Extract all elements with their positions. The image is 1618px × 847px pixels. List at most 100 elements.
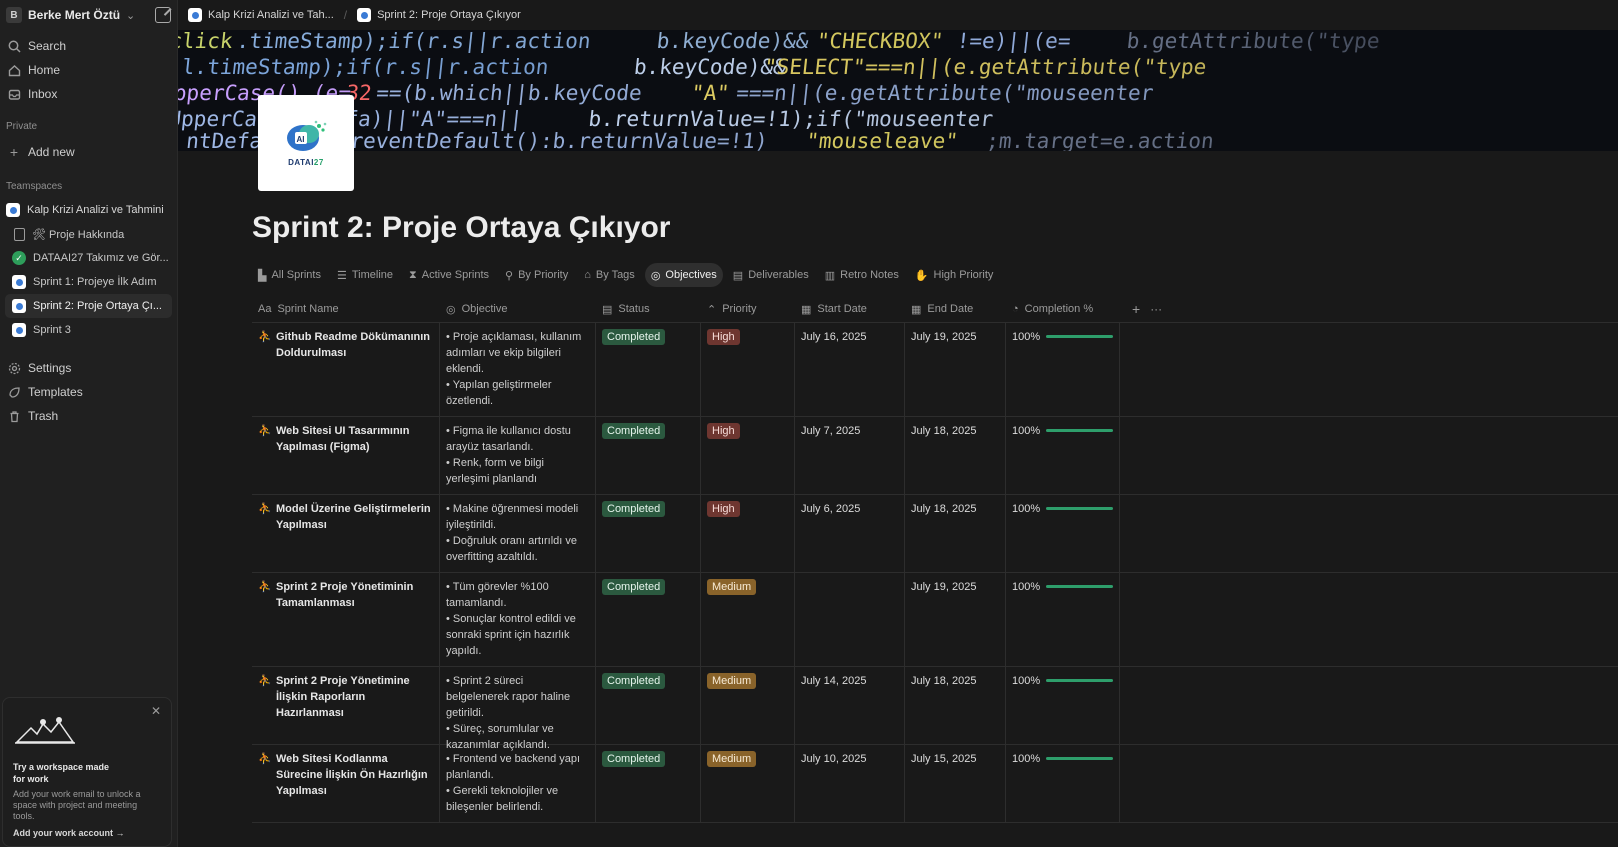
add-property-icon[interactable]: + bbox=[1120, 301, 1140, 317]
column-header-start-date[interactable]: ▦ Start Date bbox=[795, 296, 905, 322]
start-date-cell[interactable]: July 16, 2025 bbox=[795, 323, 905, 416]
sidebar-item-sprint-2[interactable]: Sprint 2: Proje Ortaya Çı... bbox=[5, 294, 172, 318]
objective-cell[interactable]: • Figma ile kullanıcı dostu arayüz tasar… bbox=[440, 417, 596, 494]
breadcrumb-page[interactable]: Sprint 2: Proje Ortaya Çıkıyor bbox=[357, 8, 521, 22]
tab-deliverables[interactable]: ▤ Deliverables bbox=[727, 263, 815, 287]
priority-cell[interactable]: High bbox=[701, 323, 795, 416]
table-row[interactable]: ⛹ Sprint 2 Proje Yönetiminin Tamamlanması… bbox=[252, 573, 1618, 667]
page-title[interactable]: Sprint 2: Proje Ortaya Çıkıyor bbox=[252, 211, 670, 245]
objective-cell[interactable]: • Makine öğrenmesi modeli iyileştirildi.… bbox=[440, 495, 596, 572]
breadcrumb-separator: / bbox=[343, 8, 348, 22]
tab-objectives[interactable]: ◎ Objectives bbox=[644, 263, 723, 287]
sprint-name-cell[interactable]: ⛹ Web Sitesi UI Tasarımının Yapılması (Fi… bbox=[252, 417, 440, 494]
priority-cell[interactable]: High bbox=[701, 417, 795, 494]
status-cell[interactable]: Completed bbox=[596, 667, 701, 744]
objective-cell[interactable]: • Tüm görevler %100 tamamlandı. • Sonuçl… bbox=[440, 573, 596, 666]
sprint-name-cell[interactable]: ⛹ Model Üzerine Geliştirmelerin Yapılması bbox=[252, 495, 440, 572]
tab-timeline[interactable]: ☰ Timeline bbox=[331, 263, 399, 287]
sprint-name-cell[interactable]: ⛹ Sprint 2 Proje Yönetiminin Tamamlanması bbox=[252, 573, 440, 666]
sidebar-item-sprint-3[interactable]: Sprint 3 bbox=[0, 318, 177, 342]
objective-cell[interactable]: • Proje açıklaması, kullanım adımları ve… bbox=[440, 323, 596, 416]
column-header-sprint-name[interactable]: Aa Sprint Name bbox=[252, 296, 440, 322]
sidebar-item-inbox[interactable]: Inbox bbox=[0, 82, 177, 106]
completion-percent: 100% bbox=[1012, 753, 1041, 765]
tab-active-sprints[interactable]: ⧗ Active Sprints bbox=[403, 263, 495, 287]
tab-by-priority[interactable]: ⚲ By Priority bbox=[499, 263, 574, 287]
workspace-name: Berke Mert Öztür... bbox=[28, 8, 120, 22]
sidebar-item-proje-hakkinda[interactable]: 🛠 Proje Hakkında bbox=[0, 222, 177, 246]
column-header-priority[interactable]: ⌃ Priority bbox=[701, 296, 795, 322]
add-work-account-link[interactable]: Add your work account → bbox=[13, 828, 161, 838]
sidebar-item-home[interactable]: Home bbox=[0, 58, 177, 82]
column-header-end-date[interactable]: ▦ End Date bbox=[905, 296, 1006, 322]
table-row[interactable]: ⛹ Web Sitesi UI Tasarımının Yapılması (Fi… bbox=[252, 417, 1618, 495]
end-date-cell[interactable]: July 18, 2025 bbox=[905, 667, 1006, 744]
column-header-completion[interactable]: ◔ Completion % bbox=[1006, 296, 1120, 322]
page-cover-image[interactable]: .click .timeStamp);if(r.s||r.action b.ke… bbox=[178, 30, 1618, 151]
status-cell[interactable]: Completed bbox=[596, 573, 701, 666]
table-row[interactable]: ⛹ Sprint 2 Proje Yönetimine İlişkin Rapor… bbox=[252, 667, 1618, 751]
tab-high-priority[interactable]: ✋ High Priority bbox=[909, 263, 1000, 287]
sidebar-item-templates[interactable]: Templates bbox=[0, 380, 177, 404]
end-date-cell[interactable]: July 18, 2025 bbox=[905, 417, 1006, 494]
sidebar-item-settings[interactable]: Settings bbox=[0, 356, 177, 380]
end-date-cell[interactable]: July 15, 2025 bbox=[905, 745, 1006, 822]
table-row[interactable]: ⛹ Model Üzerine Geliştirmelerin Yapılması… bbox=[252, 495, 1618, 573]
tab-retro-notes[interactable]: ▥ Retro Notes bbox=[819, 263, 905, 287]
completion-cell[interactable]: 100% bbox=[1006, 323, 1120, 416]
status-cell[interactable]: Completed bbox=[596, 417, 701, 494]
table-row[interactable]: ⛹ Github Readme Dökümanının Doldurulması •… bbox=[252, 323, 1618, 417]
start-date-cell[interactable]: July 6, 2025 bbox=[795, 495, 905, 572]
objective-cell[interactable]: • Sprint 2 süreci belgelenerek rapor hal… bbox=[440, 667, 596, 751]
start-date-cell[interactable]: July 10, 2025 bbox=[795, 745, 905, 822]
sidebar-item-teamspace[interactable]: Kalp Krizi Analizi ve Tahmini bbox=[0, 198, 177, 222]
status-cell[interactable]: Completed bbox=[596, 745, 701, 822]
sidebar-item-trash[interactable]: Trash bbox=[0, 404, 177, 428]
workspace-switcher[interactable]: B Berke Mert Öztür... ⌄ bbox=[0, 0, 177, 30]
priority-cell[interactable]: High bbox=[701, 495, 795, 572]
tab-by-tags[interactable]: ⌂ By Tags bbox=[578, 263, 641, 287]
sidebar-item-takim[interactable]: ✓ DATAAI27 Takımız ve Gör... bbox=[0, 246, 177, 270]
sidebar-item-search[interactable]: Search bbox=[0, 34, 177, 58]
new-page-icon[interactable] bbox=[155, 7, 171, 23]
sprint-name-cell[interactable]: ⛹ Web Sitesi Kodlanma Sürecine İlişkin Ön… bbox=[252, 745, 440, 822]
start-date-cell[interactable] bbox=[795, 573, 905, 666]
page-icon-logo[interactable]: AI DATAI27 bbox=[258, 95, 354, 191]
objective-cell[interactable]: • Frontend ve backend yapı planlandı. • … bbox=[440, 745, 596, 822]
completion-percent: 100% bbox=[1012, 503, 1041, 515]
status-cell[interactable]: Completed bbox=[596, 323, 701, 416]
more-options-icon[interactable]: ··· bbox=[1140, 302, 1162, 316]
completion-cell[interactable]: 100% bbox=[1006, 417, 1120, 494]
start-date-cell[interactable]: July 7, 2025 bbox=[795, 417, 905, 494]
breadcrumb-teamspace[interactable]: Kalp Krizi Analizi ve Tah... bbox=[188, 8, 334, 22]
completion-cell[interactable]: 100% bbox=[1006, 495, 1120, 572]
tab-all-sprints[interactable]: ▙ All Sprints bbox=[252, 263, 327, 287]
completion-cell[interactable]: 100% bbox=[1006, 667, 1120, 744]
priority-cell[interactable]: Medium bbox=[701, 667, 795, 744]
end-date-cell[interactable]: July 19, 2025 bbox=[905, 573, 1006, 666]
objective-text: • Frontend ve backend yapı planlandı. • … bbox=[446, 753, 581, 813]
add-new-button[interactable]: + Add new bbox=[0, 140, 177, 164]
completion-progress-bar bbox=[1046, 585, 1113, 588]
start-date-cell[interactable]: July 14, 2025 bbox=[795, 667, 905, 744]
completion-progress-bar bbox=[1046, 679, 1113, 682]
sprint-name-cell[interactable]: ⛹ Sprint 2 Proje Yönetimine İlişkin Rapor… bbox=[252, 667, 440, 744]
column-header-objective[interactable]: ◎ Objective bbox=[440, 296, 596, 322]
sprint-name-cell[interactable]: ⛹ Github Readme Dökümanının Doldurulması bbox=[252, 323, 440, 416]
sidebar-item-label: Search bbox=[28, 39, 67, 53]
end-date-cell[interactable]: July 19, 2025 bbox=[905, 323, 1006, 416]
check-circle-icon: ✓ bbox=[12, 251, 26, 265]
priority-cell[interactable]: Medium bbox=[701, 745, 795, 822]
completion-cell[interactable]: 100% bbox=[1006, 745, 1120, 822]
sidebar-item-sprint-1[interactable]: Sprint 1: Projeye İlk Adım bbox=[0, 270, 177, 294]
end-date-cell[interactable]: July 18, 2025 bbox=[905, 495, 1006, 572]
column-header-status[interactable]: ▤ Status bbox=[596, 296, 701, 322]
priority-cell[interactable]: Medium bbox=[701, 573, 795, 666]
table-row[interactable]: ⛹ Web Sitesi Kodlanma Sürecine İlişkin Ön… bbox=[252, 745, 1618, 823]
completion-cell[interactable]: 100% bbox=[1006, 573, 1120, 666]
close-icon[interactable]: ✕ bbox=[151, 704, 161, 718]
chevron-down-icon[interactable]: ⌄ bbox=[126, 9, 135, 22]
end-date: July 19, 2025 bbox=[911, 331, 977, 343]
templates-icon bbox=[7, 385, 21, 399]
status-cell[interactable]: Completed bbox=[596, 495, 701, 572]
